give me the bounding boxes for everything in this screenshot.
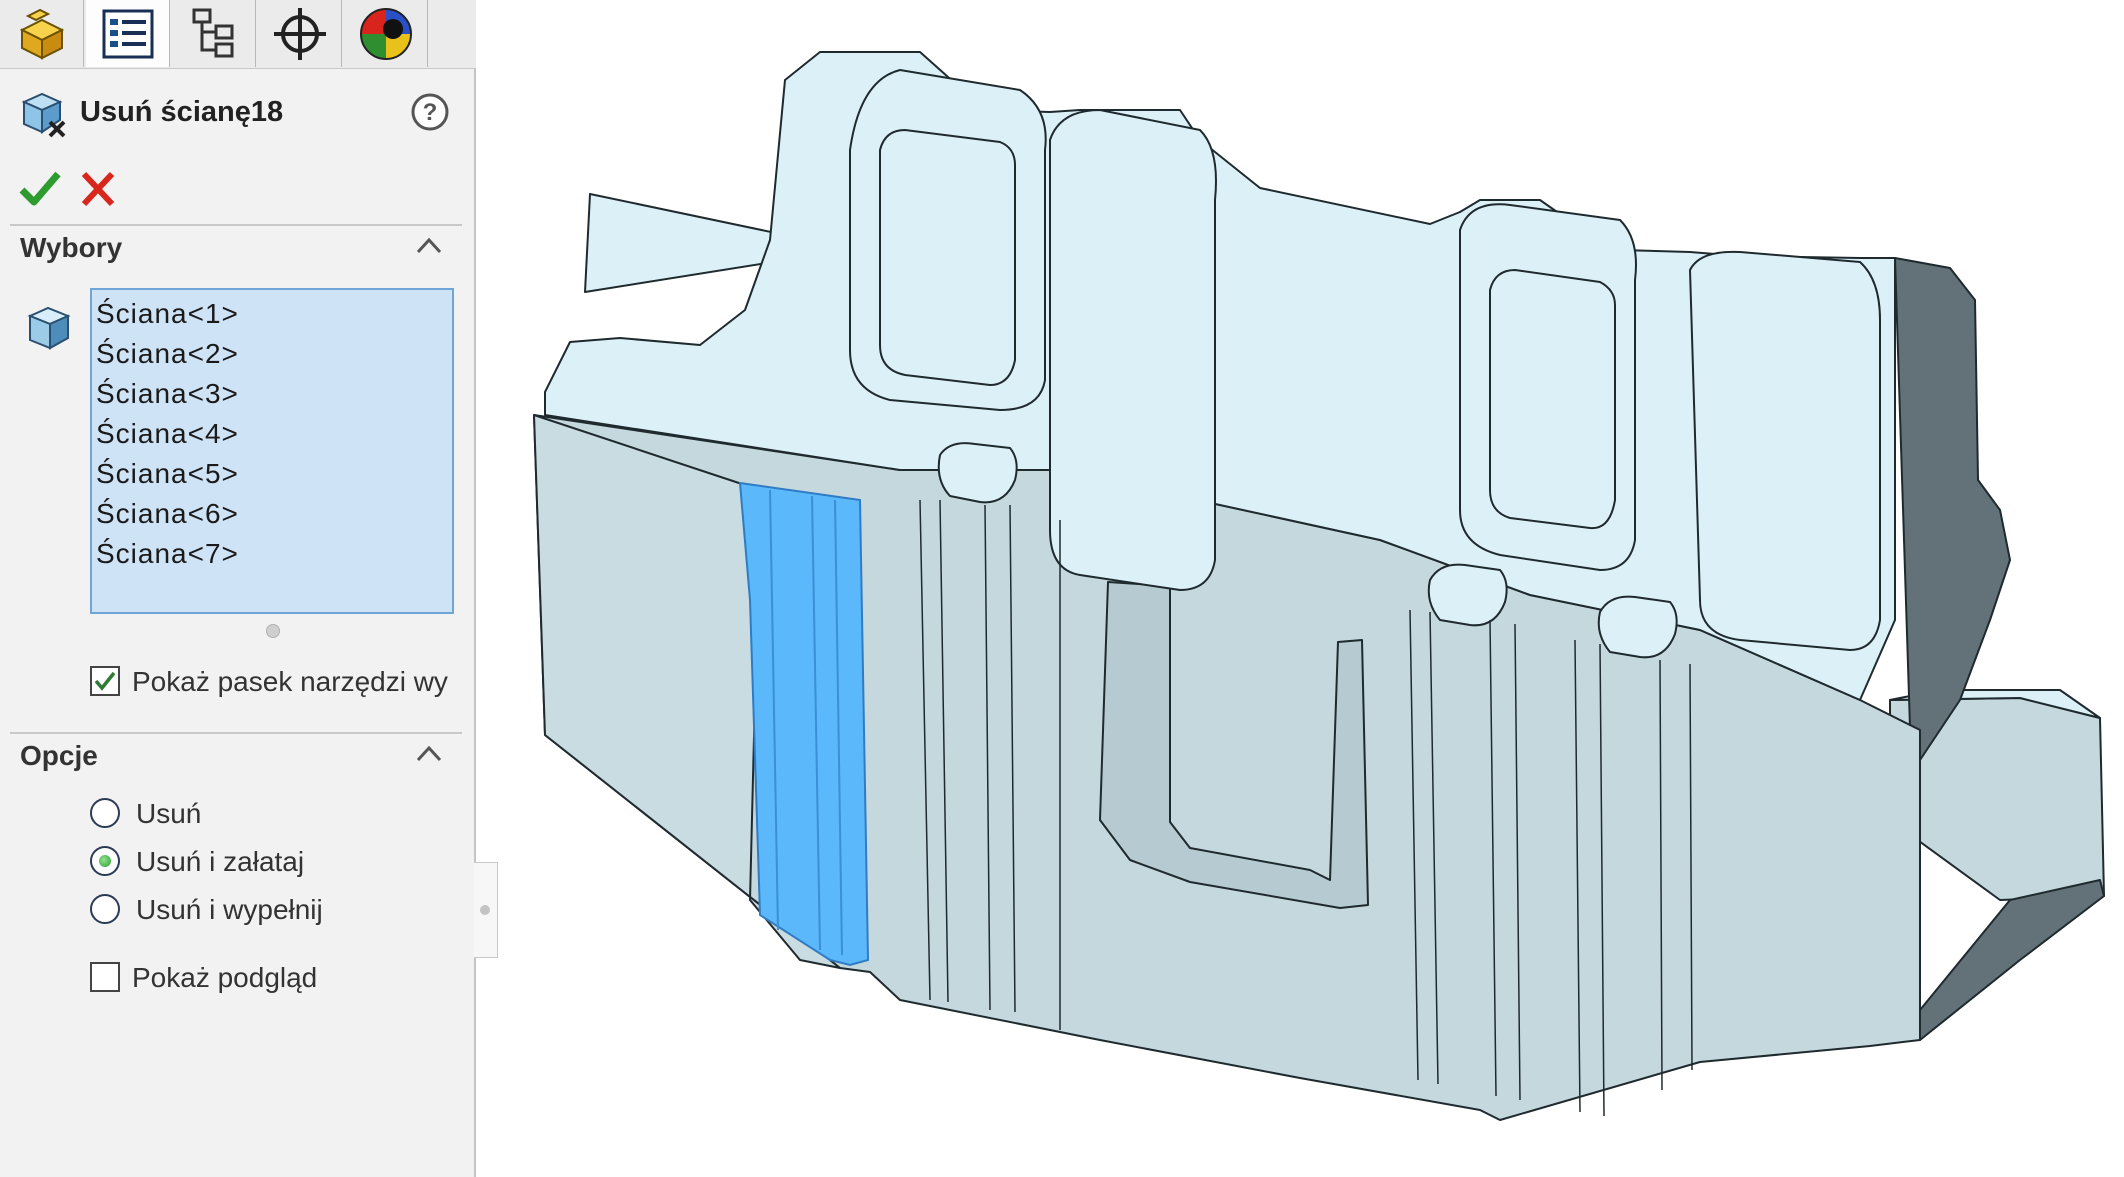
- graphics-area[interactable]: [500, 0, 2124, 1177]
- options-group-header[interactable]: Opcje: [10, 734, 462, 778]
- close-icon: [81, 171, 115, 207]
- tab-display-manager[interactable]: [344, 0, 428, 67]
- manager-tabs: [0, 0, 476, 69]
- selection-list[interactable]: Ściana<1> Ściana<2> Ściana<3> Ściana<4> …: [90, 288, 454, 614]
- face-icon: [27, 306, 71, 350]
- show-preview-checkbox[interactable]: [90, 962, 120, 992]
- handle-dot: [480, 905, 490, 915]
- list-resize-handle[interactable]: [266, 624, 280, 638]
- configuration-icon: [192, 8, 233, 57]
- list-icon: [102, 9, 153, 58]
- selections-group-header[interactable]: Wybory: [10, 226, 462, 270]
- model-boss-2[interactable]: [1049, 109, 1217, 591]
- chevron-up-icon[interactable]: [414, 742, 444, 766]
- property-manager-panel: Usuń ścianę18 ? Wybory Ściana<1> Ściana<…: [0, 0, 476, 1177]
- svg-text:?: ?: [423, 99, 438, 126]
- tab-property-manager[interactable]: [86, 0, 170, 67]
- tab-configuration-manager[interactable]: [172, 0, 256, 67]
- feature-title: Usuń ścianę18: [80, 96, 284, 128]
- selected-faces[interactable]: [738, 481, 870, 967]
- radio-delete-and-fill[interactable]: [90, 894, 120, 924]
- radio-delete-and-patch-label: Usuń i załataj: [136, 846, 305, 877]
- radio-delete-and-patch[interactable]: [90, 846, 120, 876]
- chevron-up-icon[interactable]: [414, 234, 444, 258]
- ok-button[interactable]: [18, 166, 62, 210]
- options-group-title: Opcje: [20, 740, 98, 771]
- list-item[interactable]: Ściana<3>: [96, 378, 239, 410]
- radio-delete[interactable]: [90, 798, 120, 828]
- show-preview-label: Pokaż podgląd: [132, 962, 318, 993]
- appearance-sphere-icon: [359, 7, 412, 60]
- checkmark-icon: [94, 671, 116, 691]
- checkmark-icon: [19, 171, 61, 206]
- model-boss-4[interactable]: [1689, 250, 1881, 651]
- show-toolbar-checkbox[interactable]: [90, 666, 120, 696]
- list-item[interactable]: Ściana<4>: [96, 418, 239, 450]
- delete-face-icon: [21, 92, 66, 138]
- list-item[interactable]: Ściana<1>: [96, 298, 239, 330]
- tab-dimxpert-manager[interactable]: [258, 0, 342, 67]
- panel-collapse-handle[interactable]: [474, 862, 498, 958]
- feature-title-row: Usuń ścianę18 ?: [18, 86, 458, 142]
- cancel-button[interactable]: [78, 166, 118, 210]
- radio-delete-and-fill-label: Usuń i wypełnij: [136, 894, 323, 925]
- radio-selected-dot: [99, 855, 111, 867]
- help-icon[interactable]: ?: [410, 92, 450, 132]
- list-item[interactable]: Ściana<5>: [96, 458, 239, 490]
- list-item[interactable]: Ściana<2>: [96, 338, 239, 370]
- show-toolbar-label: Pokaż pasek narzędzi wy: [132, 666, 448, 697]
- list-item[interactable]: Ściana<6>: [96, 498, 239, 530]
- tab-feature-manager[interactable]: [0, 0, 84, 67]
- model-dark-side[interactable]: [1894, 257, 2105, 1041]
- list-item[interactable]: Ściana<7>: [96, 538, 239, 570]
- part-icon: [19, 8, 64, 60]
- radio-delete-label: Usuń: [136, 798, 202, 829]
- crosshair-icon: [273, 7, 326, 60]
- selections-group-title: Wybory: [20, 232, 123, 263]
